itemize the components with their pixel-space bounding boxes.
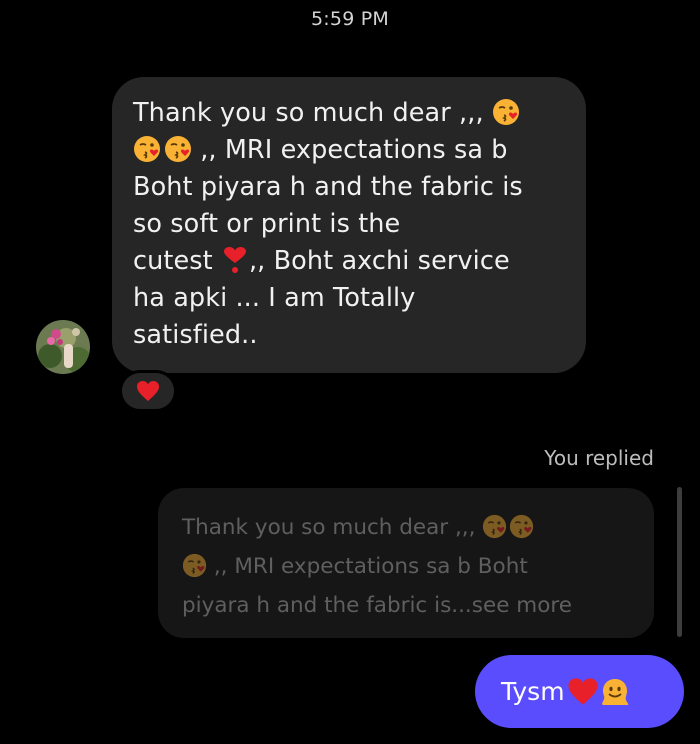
- message-line: ha apki ... I am Totally: [133, 283, 416, 313]
- red-heart-icon: [137, 381, 159, 401]
- avatar-flowers-icon: [36, 320, 90, 374]
- message-line: satisfied..: [133, 320, 258, 350]
- kissing-face-emoji: [182, 553, 207, 578]
- message-timestamp: 5:59 PM: [311, 8, 389, 30]
- you-replied-label: You replied: [544, 446, 654, 470]
- message-line: so soft or print is the: [133, 209, 401, 239]
- red-heart-emoji: [568, 678, 598, 705]
- message-line: Thank you so much dear ,,,: [133, 95, 566, 132]
- quote-line: ,, MRI expectations sa b Boht: [182, 547, 632, 586]
- quote-line: Thank you so much dear ,,,: [182, 508, 632, 547]
- melting-face-emoji: [601, 678, 628, 705]
- incoming-message-bubble[interactable]: Thank you so much dear ,,, ,, MRI expect…: [112, 77, 586, 373]
- message-line: ,, MRI expectations sa b: [133, 132, 566, 169]
- message-line: cutest ,, Boht axchi service: [133, 246, 510, 276]
- heart-reaction-badge[interactable]: [119, 370, 177, 412]
- message-line: Boht piyara h and the fabric is: [133, 172, 523, 202]
- outgoing-message-bubble[interactable]: Tysm: [475, 655, 684, 728]
- quoted-message-bubble[interactable]: Thank you so much dear ,,, ,, MRI expect…: [158, 488, 654, 638]
- quote-line: piyara h and the fabric is...see more: [182, 593, 572, 618]
- kissing-face-emoji: [134, 136, 160, 162]
- kissing-face-emoji: [483, 514, 507, 539]
- contact-avatar[interactable]: [36, 320, 90, 374]
- heart-exclamation-emoji: [223, 247, 246, 273]
- kissing-face-emoji: [510, 514, 534, 539]
- kissing-face-emoji: [492, 99, 519, 125]
- kissing-face-emoji: [165, 136, 191, 162]
- outgoing-message-text: Tysm: [501, 677, 565, 706]
- reply-quote-bar: [677, 487, 682, 637]
